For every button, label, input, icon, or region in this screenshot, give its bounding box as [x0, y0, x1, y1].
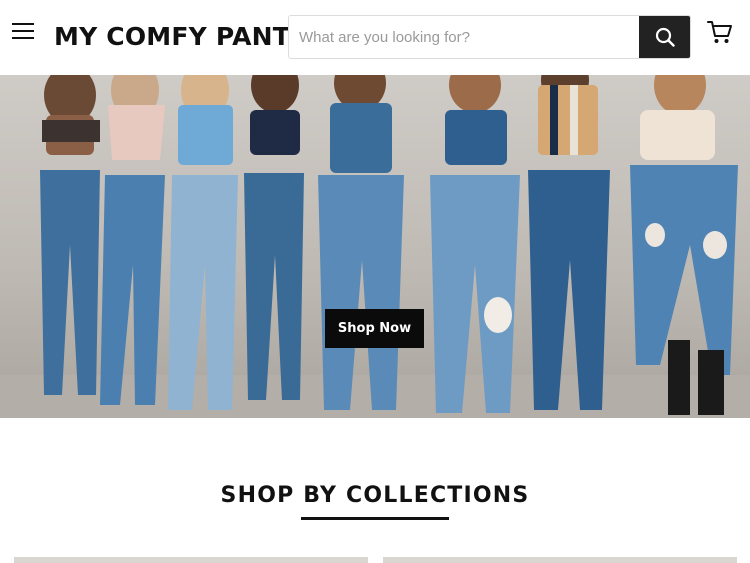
model-figure — [100, 75, 165, 405]
model-figure — [430, 75, 520, 413]
shop-now-button[interactable]: Shop Now — [325, 309, 424, 348]
section-title: SHOP BY COLLECTIONS — [220, 483, 530, 508]
search-icon — [655, 27, 675, 47]
model-figure — [528, 75, 610, 410]
hero-banner: Shop Now — [0, 75, 750, 418]
hamburger-menu-icon[interactable] — [12, 20, 36, 42]
collection-card[interactable] — [383, 557, 737, 563]
site-logo[interactable]: MY COMFY PANT — [54, 22, 290, 51]
title-underline — [301, 517, 449, 520]
model-figure — [168, 75, 238, 410]
model-figure — [630, 75, 738, 415]
model-figure — [40, 75, 100, 395]
shopping-cart-icon — [707, 21, 732, 43]
search-input[interactable] — [289, 16, 641, 58]
search-bar — [288, 15, 691, 59]
site-header: MY COMFY PANT — [0, 0, 750, 75]
model-figure — [318, 75, 404, 410]
collection-card[interactable] — [14, 557, 368, 563]
model-figure — [244, 75, 304, 400]
search-button[interactable] — [639, 16, 690, 58]
cart-button[interactable] — [706, 19, 734, 45]
hero-image — [0, 75, 750, 418]
